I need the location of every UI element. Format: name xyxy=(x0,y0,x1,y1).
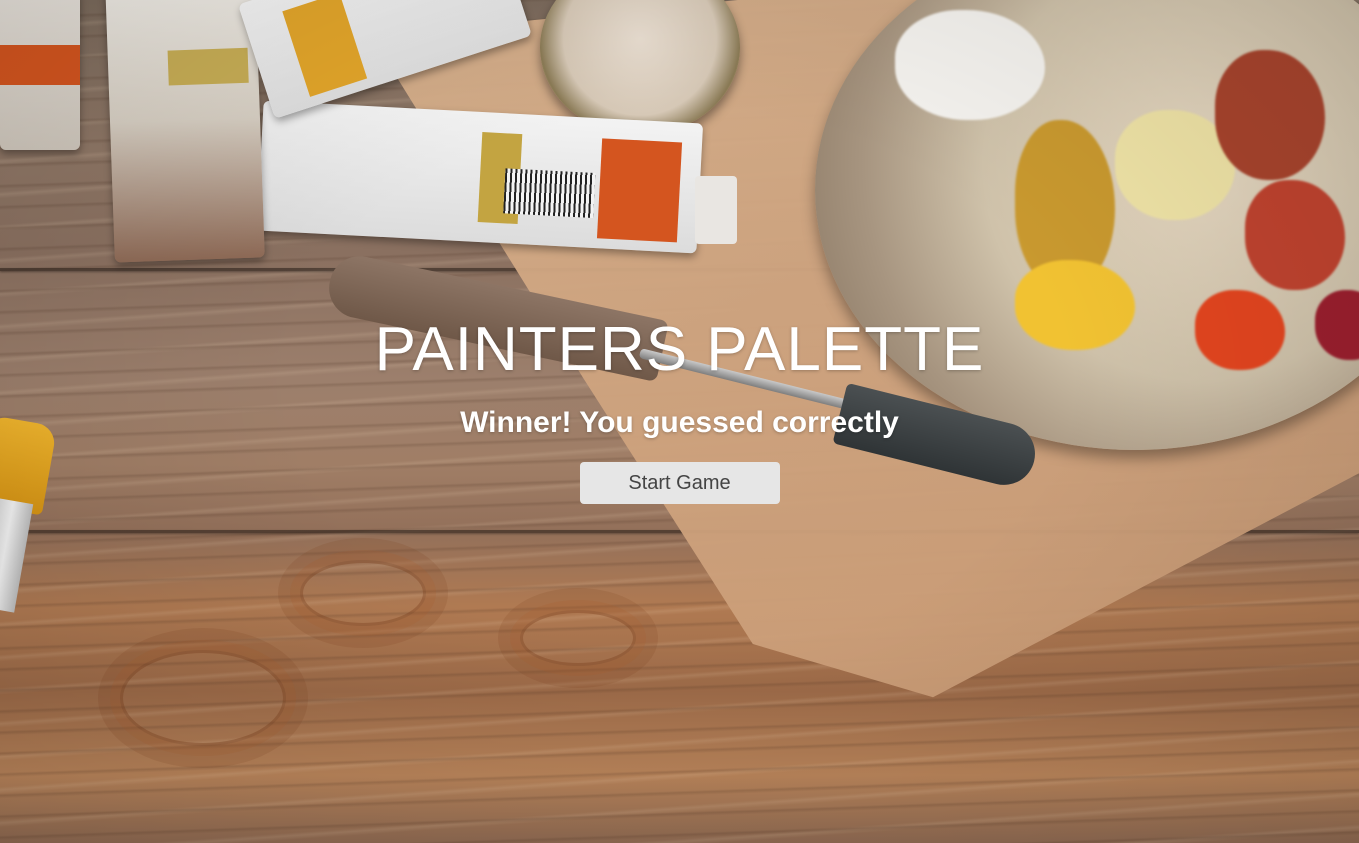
game-intro-panel: PAINTERS PALETTE Winner! You guessed cor… xyxy=(0,316,1359,504)
page-title: PAINTERS PALETTE xyxy=(374,315,985,384)
start-game-button[interactable]: Start Game xyxy=(579,462,780,504)
result-message: Winner! You guessed correctly xyxy=(460,406,899,439)
